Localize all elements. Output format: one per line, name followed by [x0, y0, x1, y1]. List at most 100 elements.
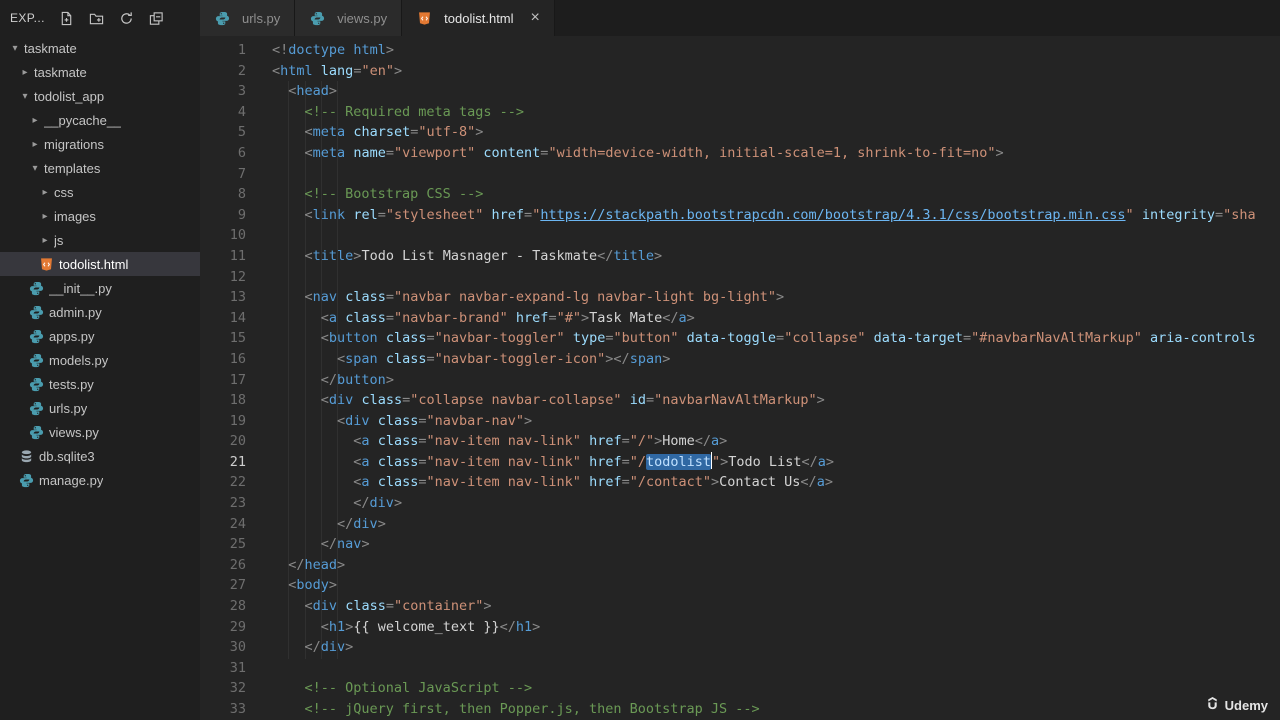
line-number[interactable]: 23: [200, 493, 272, 514]
line-number[interactable]: 28: [200, 596, 272, 617]
code-line[interactable]: <button class="navbar-toggler" type="but…: [272, 328, 1280, 349]
line-number[interactable]: 1: [200, 40, 272, 61]
tree-folder-css[interactable]: ▸ css: [0, 180, 200, 204]
code-line[interactable]: <a class="nav-item nav-link" href="/cont…: [272, 472, 1280, 493]
code-line[interactable]: <!-- jQuery first, then Popper.js, then …: [272, 699, 1280, 720]
code-line[interactable]: <!doctype html>: [272, 40, 1280, 61]
tree-file-models.py[interactable]: models.py: [0, 348, 200, 372]
code-line[interactable]: [272, 225, 1280, 246]
tree-folder-todolist_app[interactable]: ▾ todolist_app: [0, 84, 200, 108]
code-line[interactable]: <!-- Optional JavaScript -->: [272, 678, 1280, 699]
code-editor[interactable]: 1 2 3 4 5 6 7 8 9 10 11 12 13 14 15 16 17 18 19 20 21 22 23 24 2…: [200, 36, 1280, 720]
line-number[interactable]: 33: [200, 699, 272, 720]
line-number[interactable]: 13: [200, 287, 272, 308]
line-number[interactable]: 9: [200, 205, 272, 226]
line-number-gutter[interactable]: 1 2 3 4 5 6 7 8 9 10 11 12 13 14 15 16 17 18 19 20 21 22 23 24 2…: [200, 36, 272, 720]
line-number[interactable]: 6: [200, 143, 272, 164]
tree-file-todolist.html[interactable]: todolist.html: [0, 252, 200, 276]
tree-folder-images[interactable]: ▸ images: [0, 204, 200, 228]
code-line[interactable]: <div class="container">: [272, 596, 1280, 617]
line-number[interactable]: 26: [200, 555, 272, 576]
code-line[interactable]: </div>: [272, 493, 1280, 514]
code-line[interactable]: <a class="nav-item nav-link" href="/todo…: [272, 451, 1280, 473]
line-number[interactable]: 18: [200, 390, 272, 411]
tree-item-label: css: [54, 184, 74, 200]
tree-folder-templates[interactable]: ▾ templates: [0, 156, 200, 180]
code-line[interactable]: <div class="navbar-nav">: [272, 411, 1280, 432]
udemy-watermark-label: Udemy: [1224, 697, 1268, 713]
vscode-window: EXP... ▾ taskmate ▸ taskmate ▾ todolist_…: [0, 0, 1280, 720]
code-line[interactable]: <meta charset="utf-8">: [272, 122, 1280, 143]
code-line[interactable]: [272, 658, 1280, 679]
line-number[interactable]: 3: [200, 81, 272, 102]
code-line[interactable]: <title>Todo List Masnager - Taskmate</ti…: [272, 246, 1280, 267]
refresh-icon[interactable]: [119, 11, 134, 26]
code-line[interactable]: </button>: [272, 370, 1280, 391]
tree-folder-__pycache__[interactable]: ▸ __pycache__: [0, 108, 200, 132]
code-line[interactable]: </div>: [272, 637, 1280, 658]
code-line[interactable]: <meta name="viewport" content="width=dev…: [272, 143, 1280, 164]
tree-folder-js[interactable]: ▸ js: [0, 228, 200, 252]
code-line[interactable]: </nav>: [272, 534, 1280, 555]
code-line[interactable]: <span class="navbar-toggler-icon"></span…: [272, 349, 1280, 370]
code-content[interactable]: <!doctype html> <html lang="en"> <head> <…: [272, 36, 1280, 720]
code-line[interactable]: <!-- Bootstrap CSS -->: [272, 184, 1280, 205]
line-number[interactable]: 22: [200, 472, 272, 493]
tree-folder-taskmate[interactable]: ▸ taskmate: [0, 60, 200, 84]
code-line[interactable]: </div>: [272, 514, 1280, 535]
code-line[interactable]: <h1>{{ welcome_text }}</h1>: [272, 617, 1280, 638]
line-number[interactable]: 11: [200, 246, 272, 267]
line-number[interactable]: 16: [200, 349, 272, 370]
new-folder-icon[interactable]: [89, 11, 104, 26]
tab-urls.py[interactable]: urls.py: [200, 0, 296, 36]
code-line[interactable]: <link rel="stylesheet" href="https://sta…: [272, 205, 1280, 226]
tree-file-__init__.py[interactable]: __init__.py: [0, 276, 200, 300]
code-line[interactable]: <body>: [272, 575, 1280, 596]
tree-file-db.sqlite3[interactable]: db.sqlite3: [0, 444, 200, 468]
line-number[interactable]: 4: [200, 102, 272, 123]
line-number[interactable]: 5: [200, 122, 272, 143]
code-line[interactable]: <a class="navbar-brand" href="#">Task Ma…: [272, 308, 1280, 329]
tree-file-urls.py[interactable]: urls.py: [0, 396, 200, 420]
tree-folder-taskmate[interactable]: ▾ taskmate: [0, 36, 200, 60]
line-number[interactable]: 19: [200, 411, 272, 432]
tab-todolist.html[interactable]: todolist.html ×: [402, 0, 555, 36]
line-number[interactable]: 24: [200, 514, 272, 535]
line-number[interactable]: 31: [200, 658, 272, 679]
code-line[interactable]: <!-- Required meta tags -->: [272, 102, 1280, 123]
line-number[interactable]: 12: [200, 267, 272, 288]
tab-views.py[interactable]: views.py: [295, 0, 403, 36]
line-number[interactable]: 30: [200, 637, 272, 658]
line-number[interactable]: 10: [200, 225, 272, 246]
tree-folder-migrations[interactable]: ▸ migrations: [0, 132, 200, 156]
chevron-down-icon: ▾: [12, 42, 18, 54]
tree-file-manage.py[interactable]: manage.py: [0, 468, 200, 492]
tree-file-tests.py[interactable]: tests.py: [0, 372, 200, 396]
line-number[interactable]: 7: [200, 164, 272, 185]
code-line[interactable]: [272, 267, 1280, 288]
tree-file-apps.py[interactable]: apps.py: [0, 324, 200, 348]
line-number[interactable]: 21: [200, 452, 272, 473]
code-line[interactable]: <head>: [272, 81, 1280, 102]
code-line[interactable]: <nav class="navbar navbar-expand-lg navb…: [272, 287, 1280, 308]
line-number[interactable]: 32: [200, 678, 272, 699]
line-number[interactable]: 29: [200, 617, 272, 638]
tree-file-views.py[interactable]: views.py: [0, 420, 200, 444]
line-number[interactable]: 2: [200, 61, 272, 82]
tree-file-admin.py[interactable]: admin.py: [0, 300, 200, 324]
code-line[interactable]: <div class="collapse navbar-collapse" id…: [272, 390, 1280, 411]
line-number[interactable]: 17: [200, 370, 272, 391]
close-icon[interactable]: ×: [531, 10, 540, 26]
line-number[interactable]: 14: [200, 308, 272, 329]
code-line[interactable]: <a class="nav-item nav-link" href="/">Ho…: [272, 431, 1280, 452]
line-number[interactable]: 20: [200, 431, 272, 452]
line-number[interactable]: 8: [200, 184, 272, 205]
code-line[interactable]: </head>: [272, 555, 1280, 576]
line-number[interactable]: 25: [200, 534, 272, 555]
code-line[interactable]: <html lang="en">: [272, 61, 1280, 82]
code-line[interactable]: [272, 164, 1280, 185]
line-number[interactable]: 27: [200, 575, 272, 596]
new-file-icon[interactable]: [59, 11, 74, 26]
collapse-all-icon[interactable]: [149, 11, 164, 26]
line-number[interactable]: 15: [200, 328, 272, 349]
